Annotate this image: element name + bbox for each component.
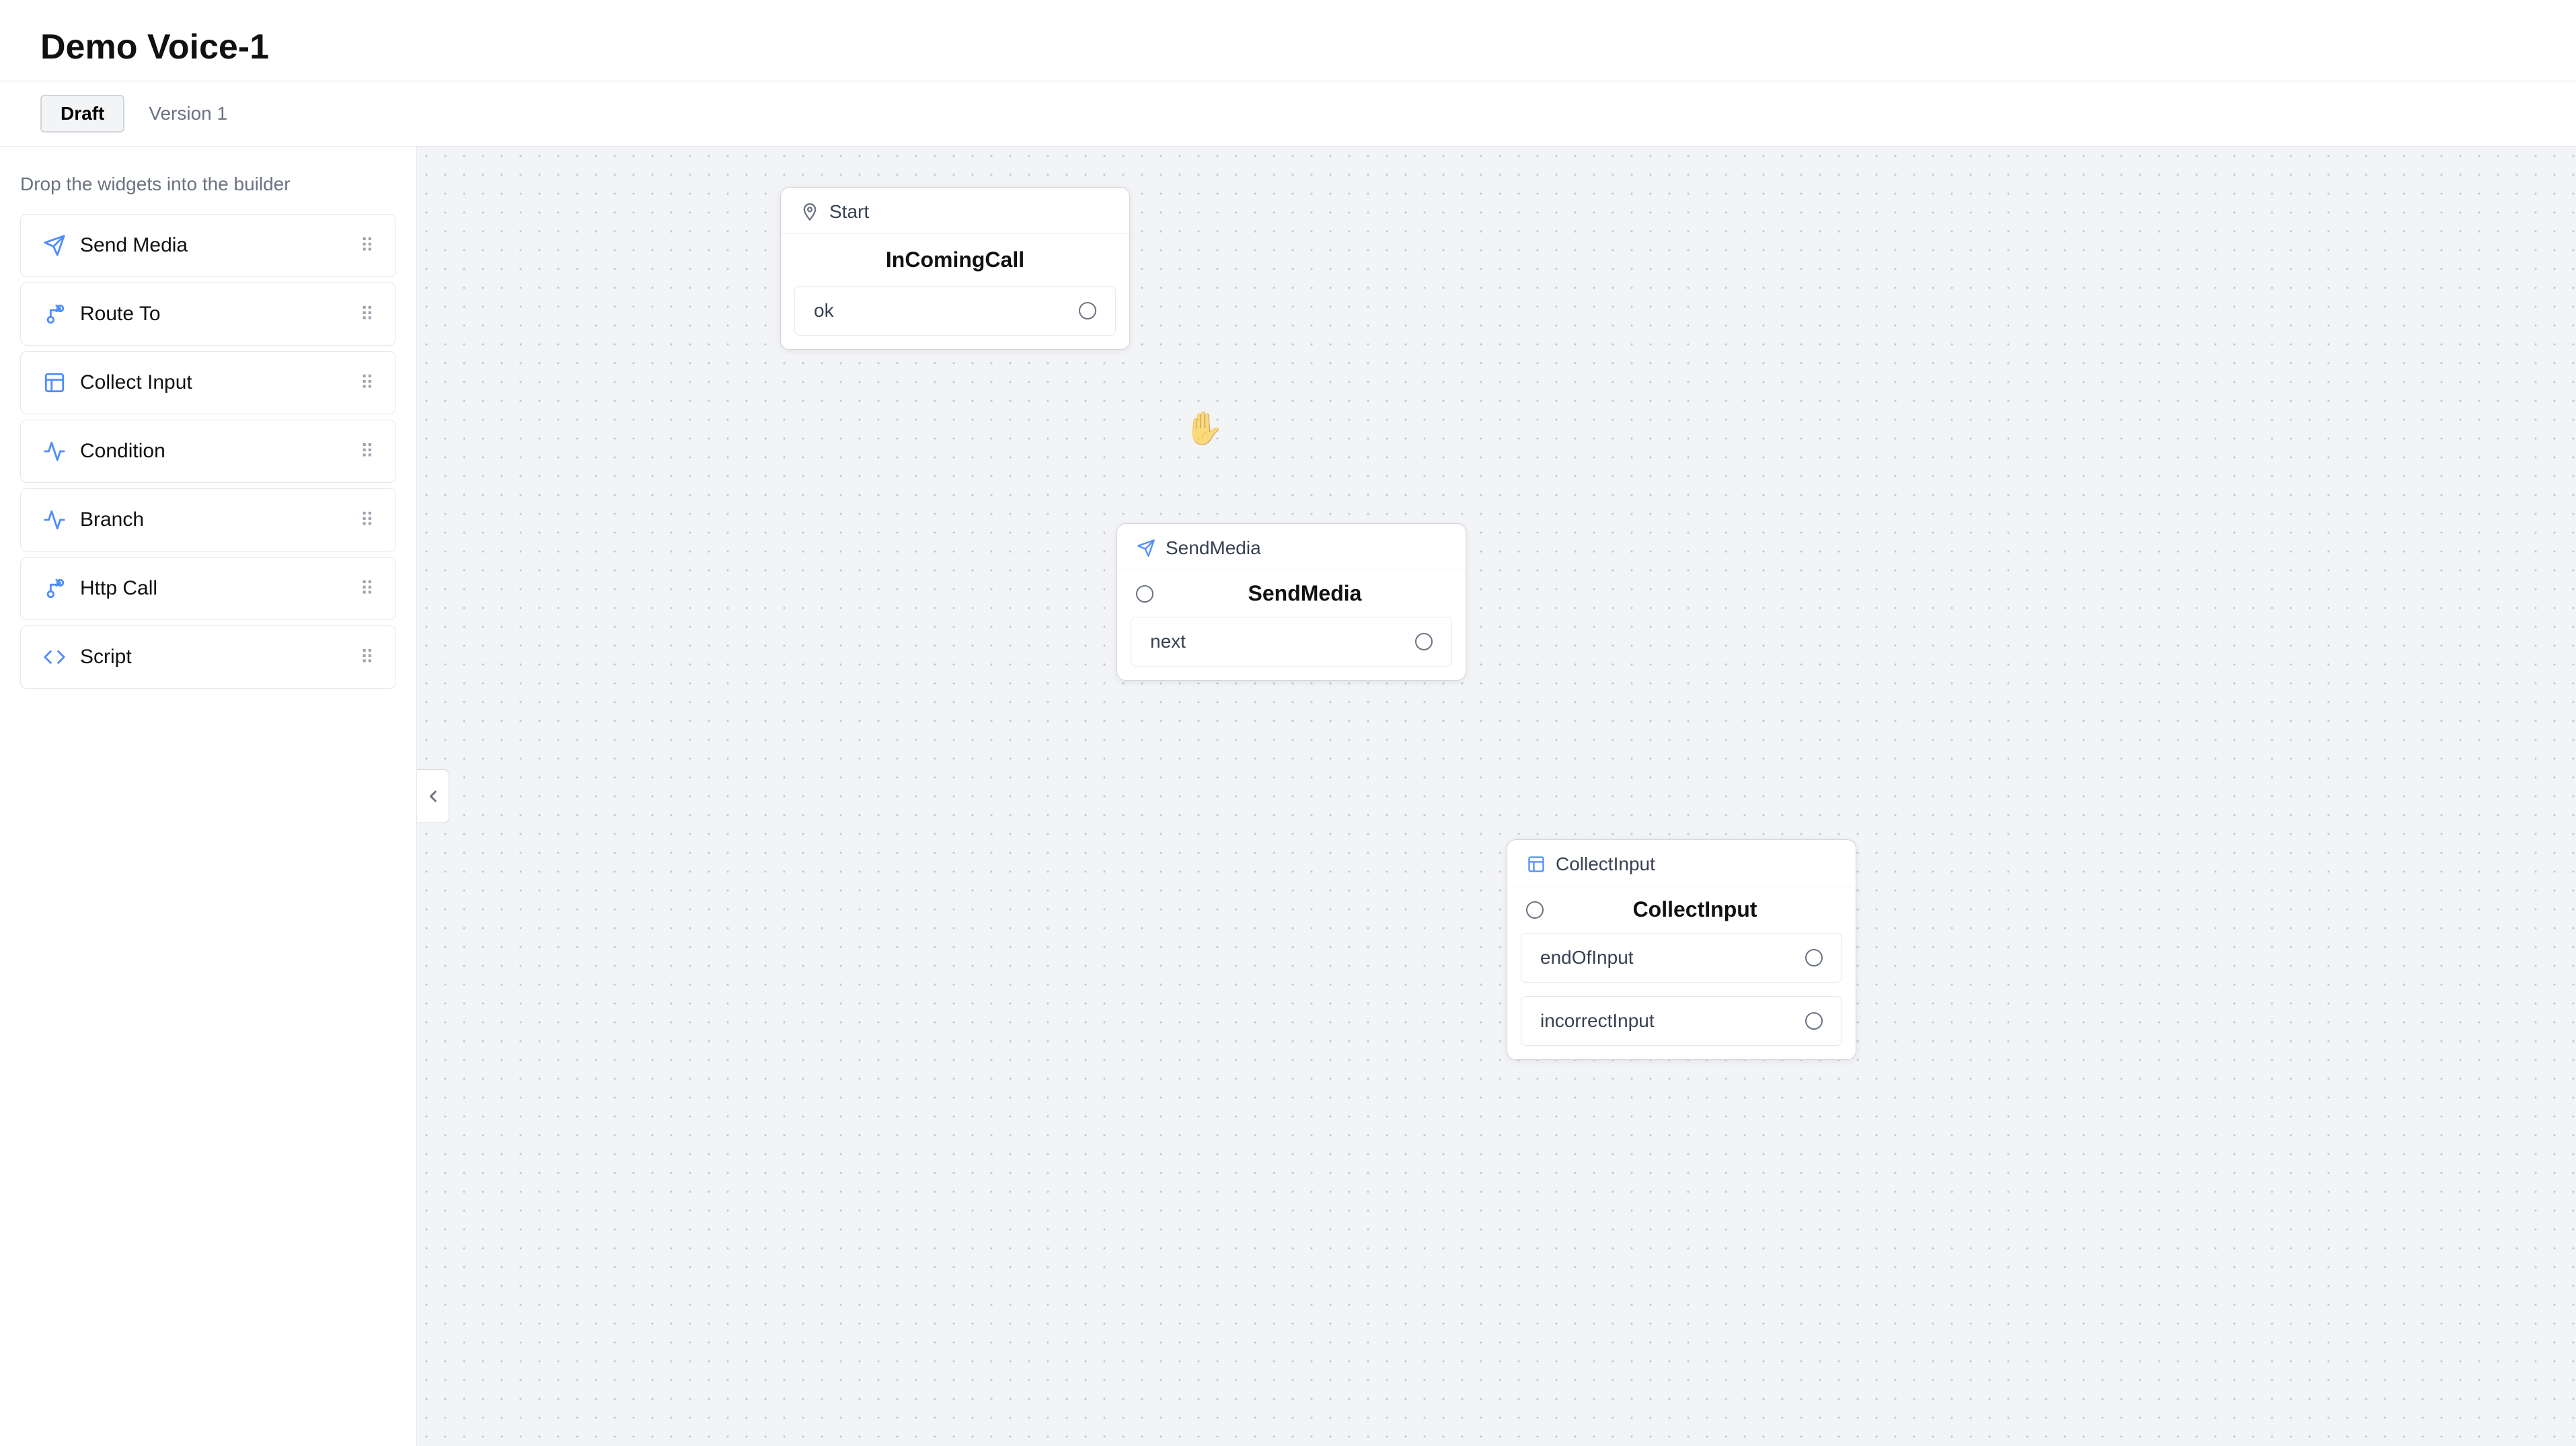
sendmedia-node-title: SendMedia — [1163, 581, 1447, 606]
collectinput-node-incorrect-row: incorrectInput — [1521, 996, 1842, 1046]
sendmedia-node[interactable]: SendMedia SendMedia next — [1116, 523, 1466, 681]
canvas[interactable]: ✋ Start InComingCall ok — [417, 147, 2576, 1446]
collectinput-node-icon — [1526, 854, 1546, 874]
collect-input-icon — [42, 371, 67, 395]
sidebar-item-collect-input-label: Collect Input — [80, 371, 192, 394]
drag-handle-collect-input: ⠿ — [360, 372, 374, 394]
sendmedia-node-header-label: SendMedia — [1166, 537, 1261, 559]
start-node-icon — [800, 202, 820, 222]
start-node-title: InComingCall — [781, 234, 1129, 286]
collapse-sidebar-button[interactable] — [417, 769, 449, 823]
canvas-background — [417, 147, 2576, 1446]
start-node-ok-label: ok — [814, 300, 834, 321]
drag-handle-http-call: ⠿ — [360, 578, 374, 600]
sendmedia-node-header: SendMedia — [1117, 524, 1466, 570]
collectinput-node-input-dot[interactable] — [1526, 901, 1544, 919]
tab-draft[interactable]: Draft — [40, 95, 124, 132]
sidebar-item-condition[interactable]: Condition ⠿ — [20, 420, 396, 483]
collectinput-node[interactable]: CollectInput CollectInput endOfInput inc… — [1507, 839, 1856, 1060]
sendmedia-node-next-dot[interactable] — [1415, 633, 1433, 650]
collectinput-node-eof-dot[interactable] — [1805, 949, 1823, 966]
branch-icon — [42, 508, 67, 532]
collectinput-node-incorrect-label: incorrectInput — [1540, 1010, 1655, 1032]
http-call-icon — [42, 576, 67, 601]
sendmedia-node-next-label: next — [1150, 631, 1186, 652]
tab-version1[interactable]: Version 1 — [130, 96, 246, 131]
sidebar-item-send-media-label: Send Media — [80, 234, 188, 257]
start-node-header: Start — [781, 188, 1129, 234]
collectinput-node-incorrect-dot[interactable] — [1805, 1012, 1823, 1030]
start-node[interactable]: Start InComingCall ok — [780, 187, 1130, 350]
page-title: Demo Voice-1 — [40, 27, 2536, 67]
collectinput-node-eof-row: endOfInput — [1521, 933, 1842, 983]
start-node-ok-row: ok — [794, 286, 1116, 336]
sidebar-item-script-label: Script — [80, 646, 132, 669]
drag-handle-branch: ⠿ — [360, 509, 374, 531]
collectinput-node-header-label: CollectInput — [1556, 853, 1655, 875]
app-container: Demo Voice-1 Draft Version 1 Drop the wi… — [0, 0, 2576, 1446]
sidebar-item-condition-label: Condition — [80, 440, 165, 463]
script-icon — [42, 645, 67, 669]
collectinput-node-eof-label: endOfInput — [1540, 947, 1634, 968]
sidebar-hint: Drop the widgets into the builder — [20, 174, 396, 195]
drag-handle-route-to: ⠿ — [360, 303, 374, 326]
collectinput-node-title: CollectInput — [1553, 897, 1837, 922]
send-media-icon — [42, 233, 67, 258]
sidebar-item-collect-input[interactable]: Collect Input ⠿ — [20, 351, 396, 414]
header: Demo Voice-1 — [0, 0, 2576, 81]
drag-handle-script: ⠿ — [360, 646, 374, 669]
start-node-header-label: Start — [829, 201, 869, 223]
sendmedia-node-icon — [1136, 538, 1156, 558]
sidebar-item-http-call[interactable]: Http Call ⠿ — [20, 557, 396, 620]
sidebar-item-route-to-label: Route To — [80, 303, 161, 326]
start-node-ok-dot[interactable] — [1079, 302, 1096, 319]
drag-handle-condition: ⠿ — [360, 441, 374, 463]
sidebar-item-send-media[interactable]: Send Media ⠿ — [20, 214, 396, 277]
condition-icon — [42, 439, 67, 463]
sidebar-item-http-call-label: Http Call — [80, 577, 157, 600]
version-bar: Draft Version 1 — [0, 81, 2576, 147]
main-content: Drop the widgets into the builder Send M… — [0, 147, 2576, 1446]
sidebar-item-route-to[interactable]: Route To ⠿ — [20, 282, 396, 346]
sendmedia-node-next-row: next — [1131, 617, 1452, 667]
route-to-icon — [42, 302, 67, 326]
sidebar-item-script[interactable]: Script ⠿ — [20, 625, 396, 689]
sidebar: Drop the widgets into the builder Send M… — [0, 147, 417, 1446]
drag-handle-send-media: ⠿ — [360, 235, 374, 257]
sidebar-item-branch-label: Branch — [80, 508, 144, 531]
sendmedia-node-input-dot[interactable] — [1136, 585, 1153, 603]
sidebar-item-branch[interactable]: Branch ⠿ — [20, 488, 396, 551]
collectinput-node-header: CollectInput — [1507, 840, 1856, 886]
